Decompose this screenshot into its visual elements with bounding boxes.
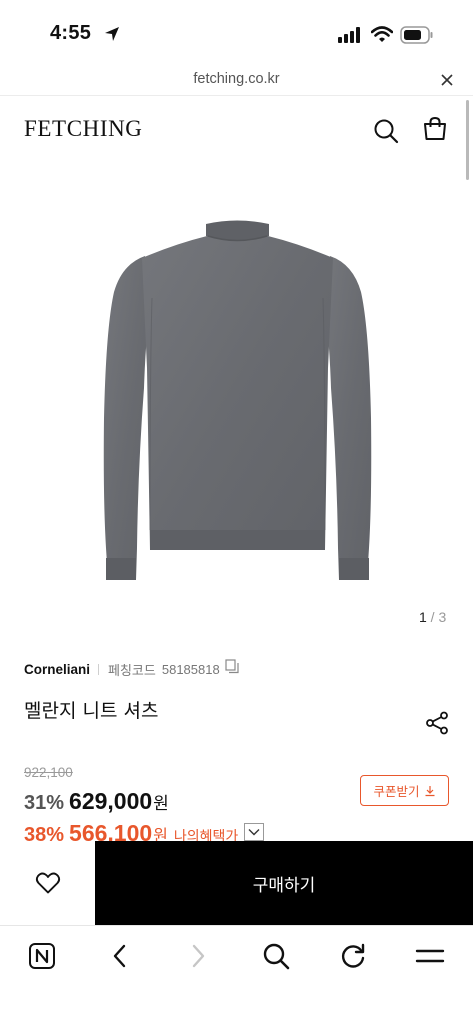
site-logo[interactable]: FETCHING: [24, 116, 143, 142]
close-icon[interactable]: [440, 72, 454, 91]
coupon-button[interactable]: 쿠폰받기: [360, 775, 449, 806]
back-icon[interactable]: [100, 940, 140, 972]
download-icon: [425, 785, 434, 796]
menu-icon[interactable]: [410, 940, 450, 972]
share-icon[interactable]: [425, 711, 449, 739]
wifi-icon: [370, 26, 394, 47]
image-counter-total: 3: [438, 609, 447, 625]
battery-icon: [400, 26, 434, 48]
buy-button[interactable]: 구매하기: [95, 841, 473, 925]
product-code: 58185818: [161, 661, 220, 677]
brand-name[interactable]: Corneliani: [24, 662, 90, 677]
image-counter-current: 1: [419, 609, 427, 625]
product-name: 멜란지 니트 셔츠: [24, 700, 159, 722]
copy-icon[interactable]: [225, 659, 240, 679]
browser-url-bar[interactable]: fetching.co.kr: [0, 66, 473, 96]
cellular-signal-icon: [338, 27, 362, 47]
heart-icon: [35, 872, 60, 894]
wishlist-button[interactable]: [0, 841, 95, 925]
product-code-label: 페칭코드: [108, 662, 156, 678]
price-row: 31% 629,000 원: [24, 788, 169, 815]
shopping-bag-icon[interactable]: [422, 116, 448, 146]
bottom-action-bar: 구매하기: [0, 841, 473, 925]
location-arrow-icon: [103, 25, 121, 47]
original-price: 922,100: [24, 765, 73, 780]
search-icon[interactable]: [256, 940, 296, 972]
naver-home-icon[interactable]: [22, 940, 62, 972]
currency-label: 원: [153, 794, 169, 814]
chevron-down-icon[interactable]: [244, 823, 265, 841]
divider: [98, 663, 100, 675]
brand-row: Corneliani 페칭코드 58185818: [24, 659, 240, 679]
discount-rate: 31%: [24, 792, 65, 814]
site-header: FETCHING: [0, 96, 473, 164]
forward-icon[interactable]: [178, 940, 218, 972]
product-image[interactable]: [100, 218, 375, 588]
status-bar: 4:55: [0, 0, 473, 66]
coupon-button-label: 쿠폰받기: [373, 784, 420, 799]
status-time: 4:55: [50, 22, 92, 44]
search-icon[interactable]: [373, 118, 399, 148]
image-counter-separator: /: [426, 609, 439, 625]
sale-price: 629,000: [69, 788, 153, 814]
url-text[interactable]: fetching.co.kr: [0, 71, 473, 87]
browser-toolbar: [0, 925, 473, 1024]
image-counter: 1 / 3: [419, 609, 446, 625]
refresh-icon[interactable]: [333, 940, 373, 972]
